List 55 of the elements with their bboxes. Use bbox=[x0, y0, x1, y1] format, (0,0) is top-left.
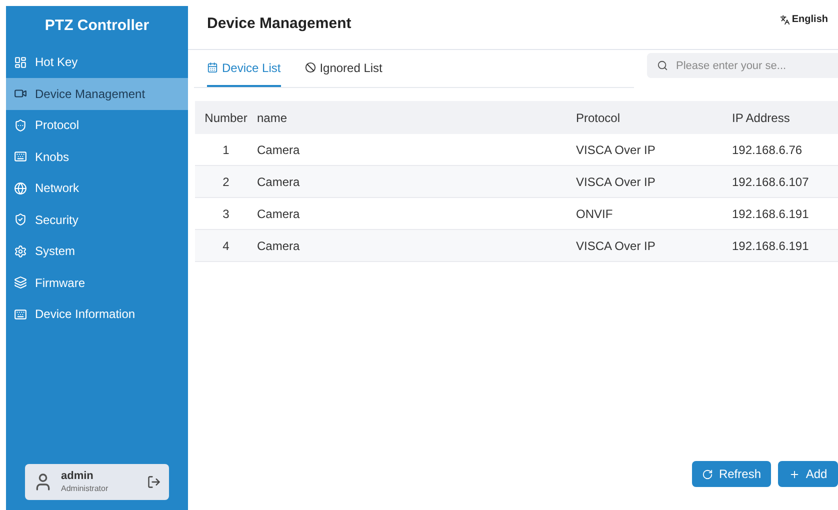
table-cell-text: VISCA Over IP bbox=[576, 238, 656, 254]
keyboard-icon bbox=[14, 308, 27, 321]
sidebar-item[interactable]: Network bbox=[6, 172, 188, 204]
globe-icon bbox=[14, 182, 27, 195]
action-button[interactable]: Refresh bbox=[692, 461, 771, 487]
calendar-icon bbox=[207, 62, 218, 73]
translate-icon bbox=[780, 14, 790, 24]
language-button[interactable]: English bbox=[780, 12, 828, 27]
tab[interactable]: Ignored List bbox=[304, 50, 382, 87]
table-cell-text: Camera bbox=[257, 238, 301, 254]
column-header: name bbox=[257, 110, 288, 126]
table-cell-text: 192.168.6.191 bbox=[732, 238, 810, 254]
table-cell-text: ONVIF bbox=[576, 206, 614, 222]
user-role: Administrator bbox=[61, 484, 110, 494]
table-cell-text: 2 bbox=[222, 174, 230, 190]
ban-icon bbox=[304, 62, 316, 73]
layers-icon bbox=[14, 276, 27, 290]
keyboard-icon bbox=[14, 150, 27, 164]
search-icon bbox=[657, 60, 668, 70]
video-camera-icon bbox=[14, 87, 27, 100]
sidebar-item[interactable]: System bbox=[6, 236, 188, 267]
column-header: IP Address bbox=[732, 110, 791, 126]
sidebar-item[interactable]: Protocol bbox=[6, 110, 188, 141]
shield-check-icon bbox=[14, 213, 27, 226]
action-button[interactable]: Add bbox=[778, 461, 838, 487]
table-cell-text: VISCA Over IP bbox=[576, 142, 656, 158]
table-cell-text: 192.168.6.191 bbox=[732, 206, 810, 222]
sidebar-item[interactable]: Device Management bbox=[6, 78, 188, 110]
table-cell-text: Camera bbox=[257, 206, 301, 222]
sidebar-item[interactable]: Security bbox=[6, 204, 188, 236]
table-cell-text: 1 bbox=[222, 142, 230, 158]
sidebar-item[interactable]: Knobs bbox=[6, 141, 188, 172]
sidebar-item[interactable]: Hot Key bbox=[6, 46, 188, 78]
sidebar-item[interactable]: Firmware bbox=[6, 267, 188, 298]
refresh-icon bbox=[702, 468, 713, 480]
user-name: admin bbox=[61, 470, 94, 484]
logout-icon[interactable] bbox=[147, 475, 161, 489]
settings-icon bbox=[14, 244, 27, 258]
tab[interactable]: Device List bbox=[207, 50, 281, 87]
table-cell-text: VISCA Over IP bbox=[576, 174, 656, 190]
table-cell-text: Camera bbox=[257, 174, 301, 190]
table-cell-text: 192.168.6.76 bbox=[732, 142, 804, 158]
app-title: PTZ Controller bbox=[44, 16, 150, 36]
sidebar-item[interactable]: Device Information bbox=[6, 298, 188, 330]
search-field[interactable]: Please enter your se... bbox=[647, 53, 838, 78]
plus-icon bbox=[788, 468, 800, 480]
shield-icon bbox=[14, 118, 27, 132]
page-title: Device Management bbox=[207, 14, 352, 34]
column-header: Number bbox=[204, 110, 248, 126]
table-cell-text: 3 bbox=[222, 206, 230, 222]
dashboard-icon bbox=[14, 56, 27, 69]
table-cell-text: Camera bbox=[257, 142, 301, 158]
table-cell-text: 4 bbox=[222, 238, 230, 254]
table-cell-text: 192.168.6.107 bbox=[732, 174, 810, 190]
column-header: Protocol bbox=[576, 110, 622, 126]
